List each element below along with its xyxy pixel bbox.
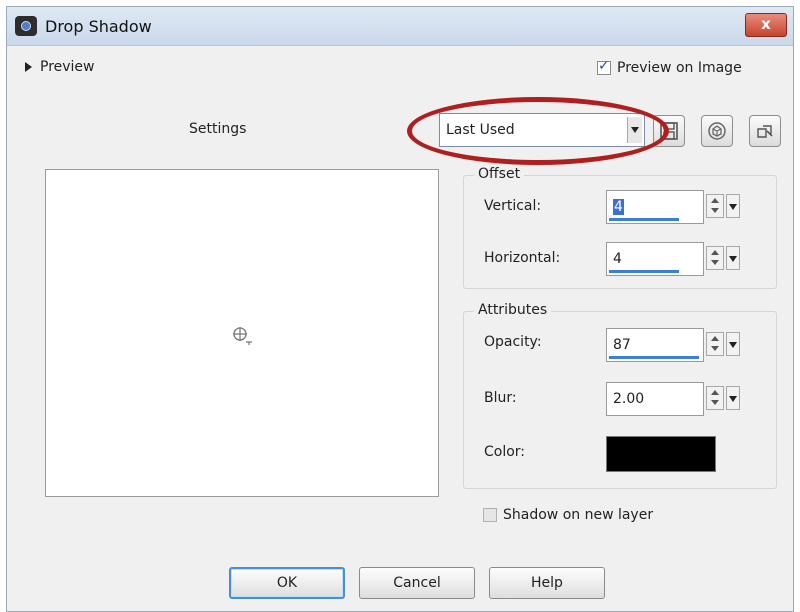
horizontal-slider-bar[interactable] [609, 270, 679, 273]
preview-on-image-label: Preview on Image [617, 60, 742, 76]
crosshair-icon [233, 327, 252, 345]
help-button[interactable]: Help [489, 567, 605, 599]
dropdown-arrow-icon[interactable] [726, 246, 740, 270]
blur-spinner[interactable]: 2.00 [606, 382, 742, 416]
spin-arrows-icon[interactable] [706, 246, 724, 270]
title-bar: Drop Shadow x [7, 7, 793, 46]
preview-toggle-label: Preview [40, 59, 95, 75]
expand-triangle-icon [25, 62, 32, 72]
manage-presets-icon [757, 125, 773, 138]
dropdown-arrow-icon[interactable] [726, 194, 740, 218]
offset-title: Offset [474, 166, 525, 182]
checkbox-unchecked-icon[interactable] [483, 508, 497, 522]
blur-input[interactable]: 2.00 [606, 382, 704, 416]
opacity-value: 87 [613, 337, 631, 353]
spin-arrows-icon[interactable] [706, 194, 724, 218]
preview-toggle[interactable]: Preview [25, 59, 95, 75]
attributes-group: Attributes Opacity: 87 Blur: 2.00 Color: [463, 302, 777, 489]
preview-pane[interactable] [45, 169, 439, 497]
offset-group: Offset Vertical: 4 Horizontal: 4 [463, 166, 777, 289]
vertical-value: 4 [613, 199, 624, 215]
opacity-input[interactable]: 87 [606, 328, 704, 362]
shadow-on-new-layer-checkbox[interactable]: Shadow on new layer [483, 507, 653, 523]
spin-arrows-icon[interactable] [706, 332, 724, 356]
vertical-input[interactable]: 4 [606, 190, 704, 224]
blur-value: 2.00 [613, 391, 645, 407]
vertical-slider-bar[interactable] [609, 218, 679, 221]
ok-button[interactable]: OK [229, 567, 345, 599]
drop-shadow-dialog: Drop Shadow x Preview Preview on Image S… [6, 6, 794, 612]
horizontal-value: 4 [613, 251, 622, 267]
dropdown-arrow-icon[interactable] [726, 332, 740, 356]
vertical-spinner[interactable]: 4 [606, 190, 742, 224]
settings-label: Settings [189, 121, 247, 137]
blur-label: Blur: [484, 390, 517, 406]
annotation-ellipse [407, 97, 669, 165]
manage-presets-button[interactable] [749, 115, 781, 147]
opacity-label: Opacity: [484, 334, 542, 350]
dropdown-arrow-icon[interactable] [726, 386, 740, 410]
color-swatch[interactable] [606, 436, 716, 472]
window-title: Drop Shadow [45, 17, 152, 36]
horizontal-label: Horizontal: [484, 250, 561, 266]
app-icon [15, 16, 37, 36]
spin-arrows-icon[interactable] [706, 386, 724, 410]
attributes-title: Attributes [474, 302, 552, 318]
horizontal-input[interactable]: 4 [606, 242, 704, 276]
opacity-slider-bar[interactable] [609, 356, 699, 359]
close-button[interactable]: x [745, 13, 787, 37]
reset-icon [708, 122, 726, 140]
preview-on-image-checkbox[interactable]: Preview on Image [597, 58, 742, 76]
cancel-button[interactable]: Cancel [359, 567, 475, 599]
opacity-spinner[interactable]: 87 [606, 328, 742, 362]
horizontal-spinner[interactable]: 4 [606, 242, 742, 276]
color-label: Color: [484, 444, 526, 460]
checkbox-checked-icon[interactable] [597, 58, 611, 75]
reset-preset-button[interactable] [701, 115, 733, 147]
shadow-on-new-layer-label: Shadow on new layer [503, 507, 654, 523]
vertical-label: Vertical: [484, 198, 542, 214]
